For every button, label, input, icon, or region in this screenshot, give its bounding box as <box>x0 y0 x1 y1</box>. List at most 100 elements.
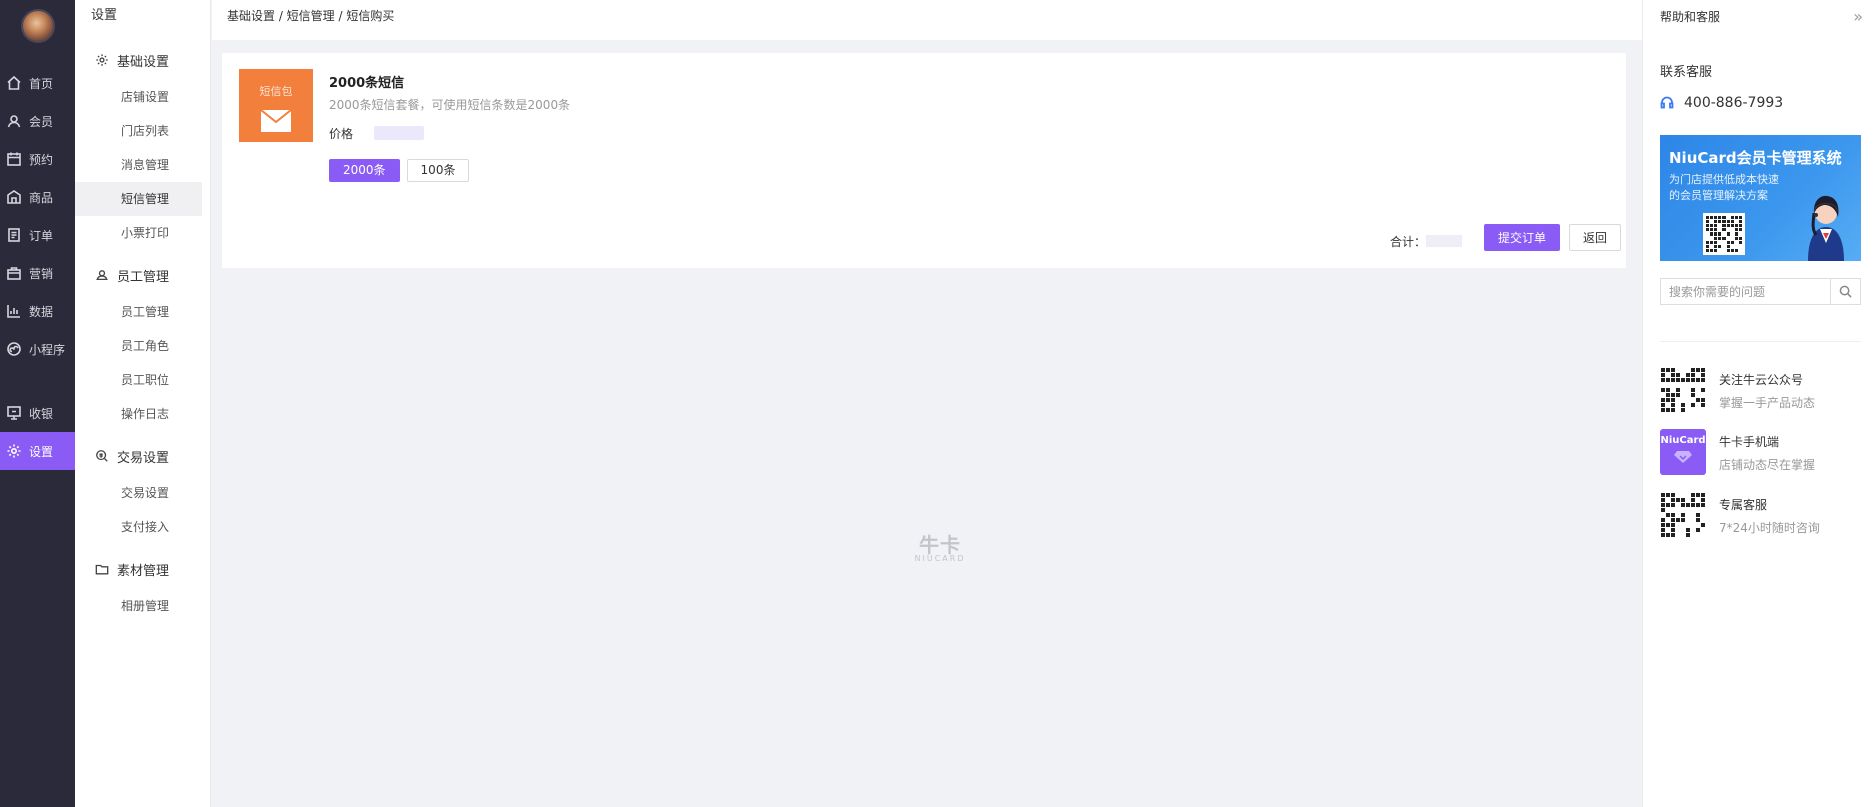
sidebar-item-shop-settings[interactable]: 店铺设置 <box>75 80 210 114</box>
nav-item-label: 营销 <box>29 266 54 281</box>
trade-icon <box>96 450 108 462</box>
envelope-icon <box>260 109 292 132</box>
breadcrumb: 基础设置 / 短信管理 / 短信购买 <box>212 0 1642 40</box>
sidebar-item-store-list[interactable]: 门店列表 <box>75 114 210 148</box>
info-item-subtitle: 掌握一手产品动态 <box>1719 396 1816 410</box>
banner-qr-code <box>1703 213 1745 255</box>
total-label: 合计： <box>1390 235 1427 249</box>
wechat-qr-code <box>1660 367 1706 413</box>
nav-item-label: 设置 <box>29 444 54 459</box>
product-image-tag: 短信包 <box>259 85 293 98</box>
nav-item-member[interactable]: 会员 <box>0 102 75 140</box>
sidebar-item-operation-log[interactable]: 操作日志 <box>75 397 210 431</box>
package-options: 2000条 100条 <box>329 159 470 182</box>
order-icon <box>8 228 20 242</box>
back-button[interactable]: 返回 <box>1569 224 1621 251</box>
sidebar-group-head[interactable]: 员工管理 <box>75 255 210 295</box>
niucard-watermark: 牛卡 NIUCARD <box>905 535 975 563</box>
banner-subtitle-line2: 的会员管理解决方案 <box>1669 189 1768 202</box>
sidebar-item-payment[interactable]: 支付接入 <box>75 510 210 544</box>
option-2000[interactable]: 2000条 <box>329 159 400 182</box>
sidebar-group-head[interactable]: 素材管理 <box>75 549 210 589</box>
nav-item-label: 预约 <box>29 152 54 167</box>
sidebar-group-label: 交易设置 <box>117 450 170 466</box>
sidebar-group-label: 基础设置 <box>117 54 170 70</box>
info-item-title: 专属客服 <box>1719 498 1768 512</box>
info-item-support[interactable]: 专属客服 7*24小时随时咨询 <box>1660 492 1870 540</box>
promo-banner[interactable]: NiuCard会员卡管理系统 为门店提供低成本快速 的会员管理解决方案 <box>1660 135 1861 261</box>
nav-item-settings[interactable]: 设置 <box>0 432 75 470</box>
price-value-redacted <box>374 126 424 140</box>
gear-icon <box>96 54 108 66</box>
nav-item-label: 小程序 <box>29 342 66 357</box>
marketing-icon <box>7 267 21 280</box>
staff-icon <box>96 270 108 281</box>
option-100[interactable]: 100条 <box>406 159 470 182</box>
nav-item-appointment[interactable]: 预约 <box>0 140 75 178</box>
nav-item-label: 数据 <box>29 304 54 319</box>
watermark-text: 牛卡 <box>919 533 961 557</box>
price-label: 价格 <box>329 127 354 141</box>
nav-item-cashier[interactable]: 收银 <box>0 394 75 432</box>
sidebar-item-staff-role[interactable]: 员工角色 <box>75 329 210 363</box>
cashier-icon <box>7 406 21 420</box>
help-panel: 帮助和客服 » 联系客服 400-886-7993 NiuCard会员卡管理系统… <box>1642 0 1873 807</box>
divider <box>1660 341 1861 342</box>
sidebar-item-message[interactable]: 消息管理 <box>75 148 210 182</box>
info-item-title: 牛卡手机端 <box>1719 435 1780 449</box>
diamond-icon <box>1674 451 1692 463</box>
member-icon <box>7 115 21 128</box>
sidebar-item-staff-position[interactable]: 员工职位 <box>75 363 210 397</box>
sidebar-item-sms[interactable]: 短信管理 <box>75 182 202 216</box>
banner-subtitle-line1: 为门店提供低成本快速 <box>1669 173 1779 186</box>
support-qr-code <box>1660 492 1706 538</box>
main-content: 基础设置 / 短信管理 / 短信购买 短信包 2000条短信 2000条短信套餐… <box>212 0 1828 807</box>
banner-subtitle: 为门店提供低成本快速 的会员管理解决方案 <box>1669 172 1779 204</box>
submit-order-button[interactable]: 提交订单 <box>1484 224 1560 251</box>
nav-item-label: 订单 <box>29 228 54 243</box>
search-button[interactable] <box>1830 279 1860 304</box>
home-icon <box>7 75 21 90</box>
info-item-wechat[interactable]: 关注牛云公众号 掌握一手产品动态 <box>1660 367 1870 415</box>
nav-item-order[interactable]: 订单 <box>0 216 75 254</box>
search-icon <box>1839 285 1852 298</box>
banner-title: NiuCard会员卡管理系统 <box>1669 149 1842 167</box>
help-search-input[interactable] <box>1661 279 1830 304</box>
sidebar-group-trade: 交易设置 交易设置 支付接入 <box>75 436 210 544</box>
nav-item-data[interactable]: 数据 <box>0 292 75 330</box>
product-description: 2000条短信套餐，可使用短信条数是2000条 <box>329 98 571 112</box>
phone-number: 400-886-7993 <box>1684 95 1784 111</box>
nav-item-home[interactable]: 首页 <box>0 64 75 102</box>
nav-item-mini-program[interactable]: 小程序 <box>0 330 75 368</box>
sidebar-group-head[interactable]: 基础设置 <box>75 40 210 80</box>
sidebar-group-label: 员工管理 <box>117 269 170 285</box>
sidebar-title: 设置 <box>91 8 118 23</box>
collapse-icon[interactable]: » <box>1853 7 1863 26</box>
sidebar-group-head[interactable]: 交易设置 <box>75 436 210 476</box>
nav-item-label: 会员 <box>29 114 54 129</box>
nav-item-goods[interactable]: 商品 <box>0 178 75 216</box>
phone-line: 400-886-7993 <box>1660 95 1783 111</box>
contact-title: 联系客服 <box>1660 65 1713 80</box>
headset-icon <box>1660 96 1674 109</box>
chart-icon <box>7 305 20 318</box>
shop-icon <box>7 190 21 204</box>
info-item-subtitle: 7*24小时随时咨询 <box>1719 521 1820 535</box>
sidebar-item-staff[interactable]: 员工管理 <box>75 295 210 329</box>
sidebar-item-trade-settings[interactable]: 交易设置 <box>75 476 210 510</box>
sidebar-group-basic: 基础设置 店铺设置 门店列表 消息管理 短信管理 小票打印 <box>75 40 210 250</box>
main-nav: 首页 会员 预约 商品 订单 营销 数据 小程序 收银 设置 <box>0 0 75 807</box>
avatar[interactable] <box>20 9 55 43</box>
customer-service-figure <box>1808 195 1844 261</box>
sidebar-item-album[interactable]: 相册管理 <box>75 589 210 623</box>
gear-icon <box>7 444 21 458</box>
product-card: 短信包 2000条短信 2000条短信套餐，可使用短信条数是2000条 价格 2… <box>222 53 1626 268</box>
sidebar-group-material: 素材管理 相册管理 <box>75 549 210 623</box>
nav-item-marketing[interactable]: 营销 <box>0 254 75 292</box>
sidebar-item-receipt-print[interactable]: 小票打印 <box>75 216 210 250</box>
info-item-mobile-app[interactable]: NiuCard 牛卡手机端 店铺动态尽在掌握 <box>1660 429 1870 477</box>
help-title: 帮助和客服 <box>1660 9 1721 24</box>
total-value-redacted <box>1426 235 1462 247</box>
watermark-subtext: NIUCARD <box>914 554 966 563</box>
info-item-subtitle: 店铺动态尽在掌握 <box>1719 458 1816 472</box>
